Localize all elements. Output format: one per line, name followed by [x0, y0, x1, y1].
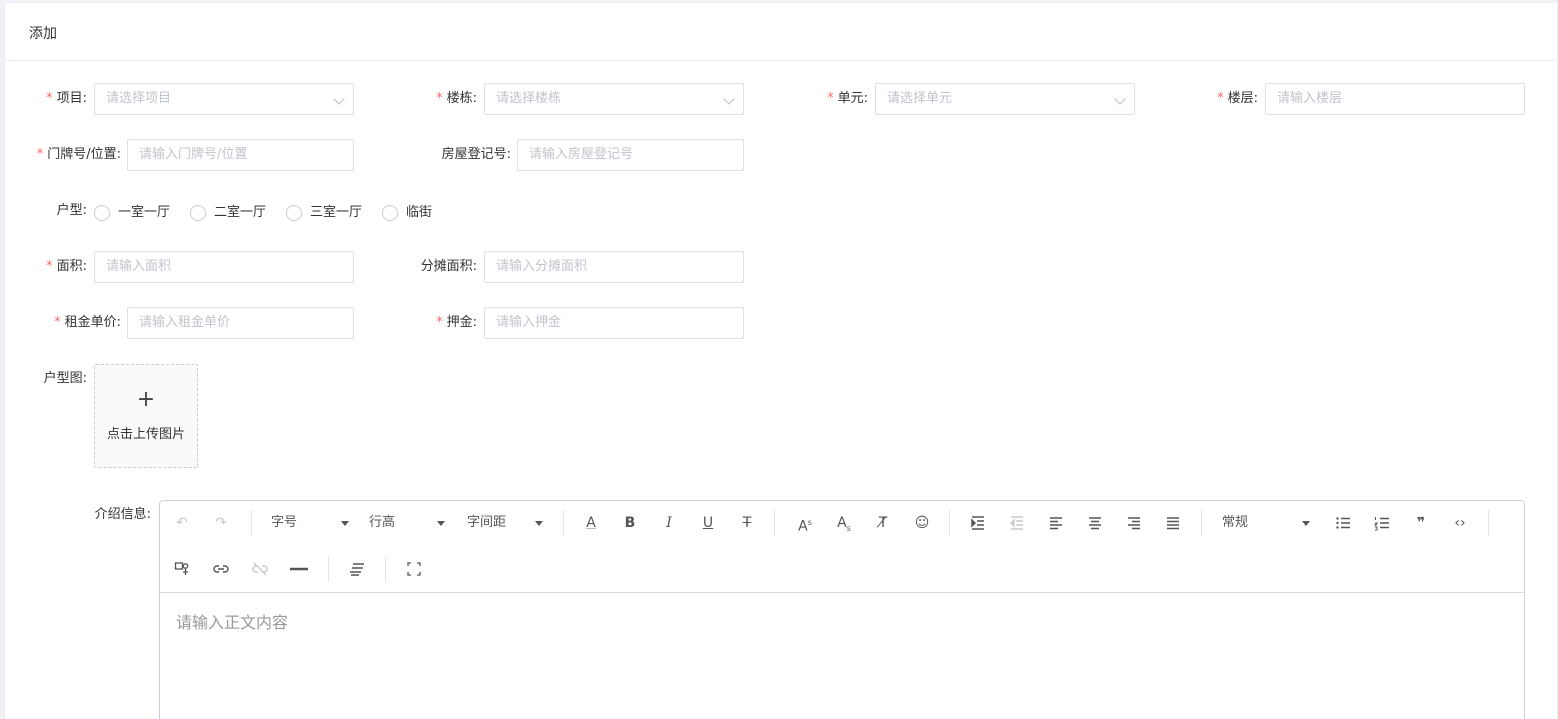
door-no-input[interactable]: 请输入门牌号/位置 — [127, 139, 354, 171]
undo-icon[interactable]: ↶ — [170, 511, 194, 535]
shared-area-label: 分摊面积: — [420, 259, 477, 274]
paragraph-style-dropdown[interactable]: 常规 — [1222, 511, 1310, 535]
toolbar-divider — [251, 510, 252, 536]
bulleted-list-icon[interactable] — [1331, 511, 1355, 535]
indent-icon[interactable] — [966, 511, 990, 535]
caret-down-icon — [1302, 521, 1310, 526]
clear-style-icon[interactable] — [345, 557, 369, 581]
plus-icon: + — [136, 387, 156, 412]
door-no-placeholder: 请输入门牌号/位置 — [139, 147, 248, 162]
superscript-icon[interactable]: As — [793, 511, 817, 535]
unit-placeholder: 请选择单元 — [887, 91, 953, 106]
line-height-dropdown[interactable]: 行高 — [369, 511, 445, 535]
project-placeholder: 请选择项目 — [106, 91, 172, 106]
project-label: * 项目: — [46, 91, 87, 106]
caret-down-icon — [437, 521, 445, 526]
strikethrough-icon[interactable]: T — [735, 511, 759, 535]
rent-price-label: * 租金单价: — [54, 315, 121, 330]
deposit-label: * 押金: — [436, 315, 477, 330]
editor-placeholder: 请输入正文内容 — [176, 613, 289, 632]
toolbar-divider — [563, 510, 564, 536]
radio-circle[interactable] — [382, 205, 398, 221]
letter-spacing-dropdown[interactable]: 字间距 — [467, 511, 543, 535]
redo-icon[interactable]: ↷ — [209, 511, 233, 535]
building-placeholder: 请选择楼栋 — [496, 91, 562, 106]
floor-input[interactable]: 请输入楼层 — [1265, 83, 1525, 115]
code-icon[interactable]: ‹› — [1448, 511, 1472, 535]
reg-no-placeholder: 请输入房屋登记号 — [529, 147, 634, 162]
radio-one-room[interactable]: 一室一厅 — [94, 203, 170, 223]
bold-icon[interactable]: B — [618, 511, 642, 535]
chevron-down-icon — [723, 93, 735, 105]
toolbar-divider — [774, 510, 775, 536]
reg-no-input[interactable]: 请输入房屋登记号 — [517, 139, 744, 171]
caret-down-icon — [535, 521, 543, 526]
radio-circle[interactable] — [286, 205, 302, 221]
font-size-dropdown[interactable]: 字号 — [271, 511, 349, 535]
intro-label: 介绍信息: — [94, 507, 151, 522]
link-icon[interactable] — [209, 557, 233, 581]
upload-image-button[interactable]: + 点击上传图片 — [94, 364, 198, 468]
caret-down-icon — [341, 521, 349, 526]
align-left-icon[interactable] — [1044, 511, 1068, 535]
align-justify-icon[interactable] — [1161, 511, 1185, 535]
area-input[interactable]: 请输入面积 — [94, 251, 354, 283]
deposit-placeholder: 请输入押金 — [496, 315, 562, 330]
toolbar-divider — [328, 556, 329, 582]
unlink-icon[interactable] — [248, 557, 272, 581]
shared-area-placeholder: 请输入分摊面积 — [496, 259, 588, 274]
numbered-list-icon[interactable] — [1370, 511, 1394, 535]
radio-two-room[interactable]: 二室一厅 — [190, 203, 266, 223]
building-select[interactable]: 请选择楼栋 — [484, 83, 744, 115]
add-card: 添加 * 项目: 请选择项目 * 楼栋: 请选择楼栋 * 单元: 请选择单元 * 楼层:… — [4, 2, 1558, 719]
horizontal-rule-icon[interactable] — [287, 557, 311, 581]
rent-price-input[interactable]: 请输入租金单价 — [127, 307, 354, 339]
deposit-input[interactable]: 请输入押金 — [484, 307, 744, 339]
reg-no-label: 房屋登记号: — [441, 147, 511, 162]
house-type-label: 户型: — [56, 203, 87, 218]
clear-format-icon[interactable]: T̸ — [871, 511, 895, 535]
toolbar-divider — [1201, 510, 1202, 536]
area-placeholder: 请输入面积 — [106, 259, 172, 274]
project-select[interactable]: 请选择项目 — [94, 83, 354, 115]
toolbar-divider — [949, 510, 950, 536]
floor-label: * 楼层: — [1217, 91, 1258, 106]
upload-text: 点击上传图片 — [106, 427, 185, 442]
unit-select[interactable]: 请选择单元 — [875, 83, 1135, 115]
building-label: * 楼栋: — [436, 91, 477, 106]
card-header: 添加 — [5, 3, 1557, 61]
unit-label: * 单元: — [827, 91, 868, 106]
italic-icon[interactable]: I — [657, 511, 681, 535]
blockquote-icon[interactable]: ❞ — [1409, 511, 1433, 535]
rent-price-placeholder: 请输入租金单价 — [139, 315, 231, 330]
underline-icon[interactable]: U — [696, 511, 720, 535]
radio-circle[interactable] — [94, 205, 110, 221]
card-title: 添加 — [29, 26, 57, 42]
align-right-icon[interactable] — [1122, 511, 1146, 535]
rich-text-editor[interactable]: ↶ ↷ 字号 行高 字间距 A B I U T As As T̸ ☺ 常规 ❞ … — [159, 500, 1525, 719]
radio-three-room[interactable]: 三室一厅 — [286, 203, 362, 223]
toolbar-divider — [1488, 510, 1489, 536]
radio-street-front[interactable]: 临街 — [382, 203, 432, 223]
fullscreen-icon[interactable] — [402, 557, 426, 581]
align-center-icon[interactable] — [1083, 511, 1107, 535]
door-no-label: * 门牌号/位置: — [36, 147, 121, 162]
outdent-icon[interactable] — [1005, 511, 1029, 535]
chevron-down-icon — [1114, 93, 1126, 105]
radio-circle[interactable] — [190, 205, 206, 221]
insert-image-icon[interactable] — [170, 557, 194, 581]
emoji-icon[interactable]: ☺ — [910, 511, 934, 535]
toolbar-divider — [385, 556, 386, 582]
chevron-down-icon — [333, 93, 345, 105]
area-label: * 面积: — [46, 259, 87, 274]
shared-area-input[interactable]: 请输入分摊面积 — [484, 251, 744, 283]
floor-placeholder: 请输入楼层 — [1277, 91, 1343, 106]
font-color-icon[interactable]: A — [579, 511, 603, 535]
floor-plan-label: 户型图: — [43, 371, 87, 386]
editor-toolbar: ↶ ↷ 字号 行高 字间距 A B I U T As As T̸ ☺ 常规 ❞ … — [160, 501, 1524, 593]
subscript-icon[interactable]: As — [832, 511, 856, 535]
